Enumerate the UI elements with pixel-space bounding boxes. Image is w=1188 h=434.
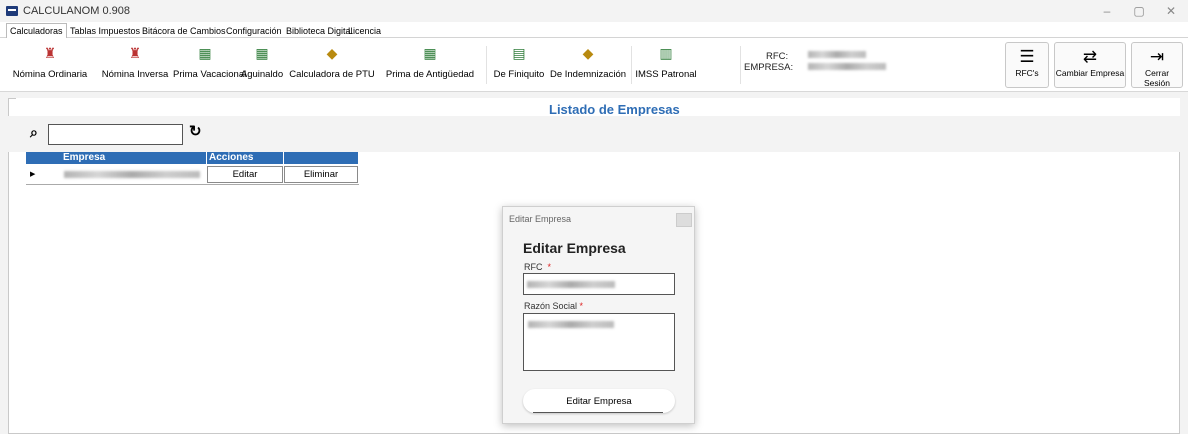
finiquito-button[interactable]: ▤ De Finiquito xyxy=(491,44,547,88)
dialog-close-icon[interactable] xyxy=(676,213,692,227)
search-icon: ⌕ xyxy=(30,124,38,140)
search-input[interactable] xyxy=(48,124,183,145)
ribbon-separator xyxy=(486,46,487,84)
edit-button[interactable]: Editar xyxy=(207,166,283,183)
title-bar: CALCULANOM 0.908 – ▢ ✕ xyxy=(0,0,1188,22)
calculator-icon: ▦ xyxy=(423,45,437,61)
tab-bitacora[interactable]: Bitácora de Cambios xyxy=(138,23,230,38)
cerrar-sesion-button[interactable]: ⇥ Cerrar Sesión xyxy=(1131,42,1183,88)
imss-patronal-button[interactable]: ▥ IMSS Patronal xyxy=(634,44,698,88)
row-selector-icon[interactable]: ▶ xyxy=(26,164,61,185)
table-row[interactable]: ▶ Editar Eliminar xyxy=(26,164,359,185)
menu-tabs: Calculadoras Tablas Impuestos Bitácora d… xyxy=(0,22,1188,38)
nomina-inversa-button[interactable]: ♜ Nómina Inversa xyxy=(98,44,172,88)
tab-configuracion[interactable]: Configuración xyxy=(222,23,286,38)
cambiar-empresa-button[interactable]: ⇄ Cambiar Empresa xyxy=(1054,42,1126,88)
empresa-label: EMPRESA: xyxy=(744,62,794,73)
prima-vacacional-button[interactable]: ▦ Prima Vacacional xyxy=(173,44,246,88)
rfc-value-redacted xyxy=(808,51,866,58)
ribbon-separator xyxy=(631,46,632,84)
aguinaldo-button[interactable]: ▦ Aguinaldo xyxy=(239,44,285,88)
empresa-value-redacted xyxy=(808,63,886,70)
dialog-heading: Editar Empresa xyxy=(523,240,626,256)
minimize-icon[interactable]: – xyxy=(1092,2,1122,20)
required-mark: * xyxy=(579,301,584,311)
empresa-cell-redacted xyxy=(64,171,200,178)
button-underline xyxy=(533,412,663,413)
rfc-field-label: RFC * xyxy=(524,262,552,272)
razon-social-value-redacted xyxy=(528,321,614,328)
document-icon: ▤ xyxy=(512,45,526,61)
edit-company-dialog: Editar Empresa Editar Empresa RFC * Razó… xyxy=(502,206,695,424)
calculator-icon: ▦ xyxy=(198,45,212,61)
tab-calculadoras[interactable]: Calculadoras xyxy=(6,23,67,38)
restore-icon[interactable]: ▢ xyxy=(1124,2,1154,20)
tab-licencia[interactable]: Licencia xyxy=(344,23,385,38)
ribbon-separator xyxy=(740,46,741,84)
rfc-field[interactable] xyxy=(523,273,675,295)
column-blank xyxy=(284,152,359,164)
razon-social-label: Razón Social * xyxy=(524,301,584,311)
money-bag-icon: ◆ xyxy=(326,45,338,61)
ribbon: ♜ Nómina Ordinaria ♜ Nómina Inversa ▦ Pr… xyxy=(0,38,1188,92)
required-mark: * xyxy=(547,262,552,272)
calculator-icon: ▦ xyxy=(255,45,269,61)
razon-social-field[interactable] xyxy=(523,313,675,371)
refresh-icon[interactable]: ↻ xyxy=(189,124,205,140)
rfcs-button[interactable]: ☰ RFC's xyxy=(1005,42,1049,88)
calculadora-ptu-button[interactable]: ◆ Calculadora de PTU xyxy=(287,44,377,88)
payroll-icon: ♜ xyxy=(128,45,142,61)
page-title: Listado de Empresas xyxy=(549,102,680,117)
nomina-ordinaria-button[interactable]: ♜ Nómina Ordinaria xyxy=(4,44,96,88)
rfc-field-value-redacted xyxy=(527,281,615,288)
tab-tablas-impuestos[interactable]: Tablas Impuestos xyxy=(66,23,144,38)
submit-edit-button[interactable]: Editar Empresa xyxy=(523,389,675,413)
money-bag-icon: ◆ xyxy=(582,45,594,61)
app-icon xyxy=(6,6,18,16)
close-icon[interactable]: ✕ xyxy=(1156,2,1186,20)
column-empresa[interactable]: Empresa xyxy=(61,152,207,164)
column-acciones[interactable]: Acciones xyxy=(207,152,284,164)
delete-button[interactable]: Eliminar xyxy=(284,166,358,183)
search-toolbar xyxy=(8,116,1180,152)
payroll-icon: ♜ xyxy=(43,45,57,61)
table-icon: ▥ xyxy=(659,45,673,61)
swap-icon: ⇄ xyxy=(1082,47,1098,66)
prima-antiguedad-button[interactable]: ▦ Prima de Antigüedad xyxy=(379,44,481,88)
companies-table: Empresa Acciones ▶ Editar Eliminar xyxy=(26,152,359,185)
window-title: CALCULANOM 0.908 xyxy=(23,5,130,17)
indemnizacion-button[interactable]: ◆ De Indemnización xyxy=(549,44,627,88)
logout-icon: ⇥ xyxy=(1149,47,1165,66)
rfc-label: RFC: xyxy=(766,51,789,62)
list-icon: ☰ xyxy=(1019,47,1035,66)
table-header: Empresa Acciones xyxy=(26,152,359,164)
dialog-window-title: Editar Empresa xyxy=(509,214,572,224)
